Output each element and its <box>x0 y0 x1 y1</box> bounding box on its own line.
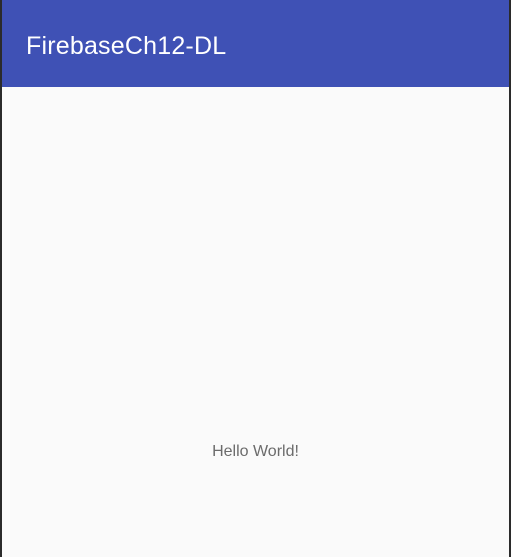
app-toolbar: FirebaseCh12-DL <box>2 0 509 87</box>
app-screen: FirebaseCh12-DL Hello World! <box>0 0 511 557</box>
main-content: Hello World! <box>2 87 509 557</box>
hello-world-text: Hello World! <box>212 443 299 460</box>
app-title: FirebaseCh12-DL <box>26 32 227 60</box>
